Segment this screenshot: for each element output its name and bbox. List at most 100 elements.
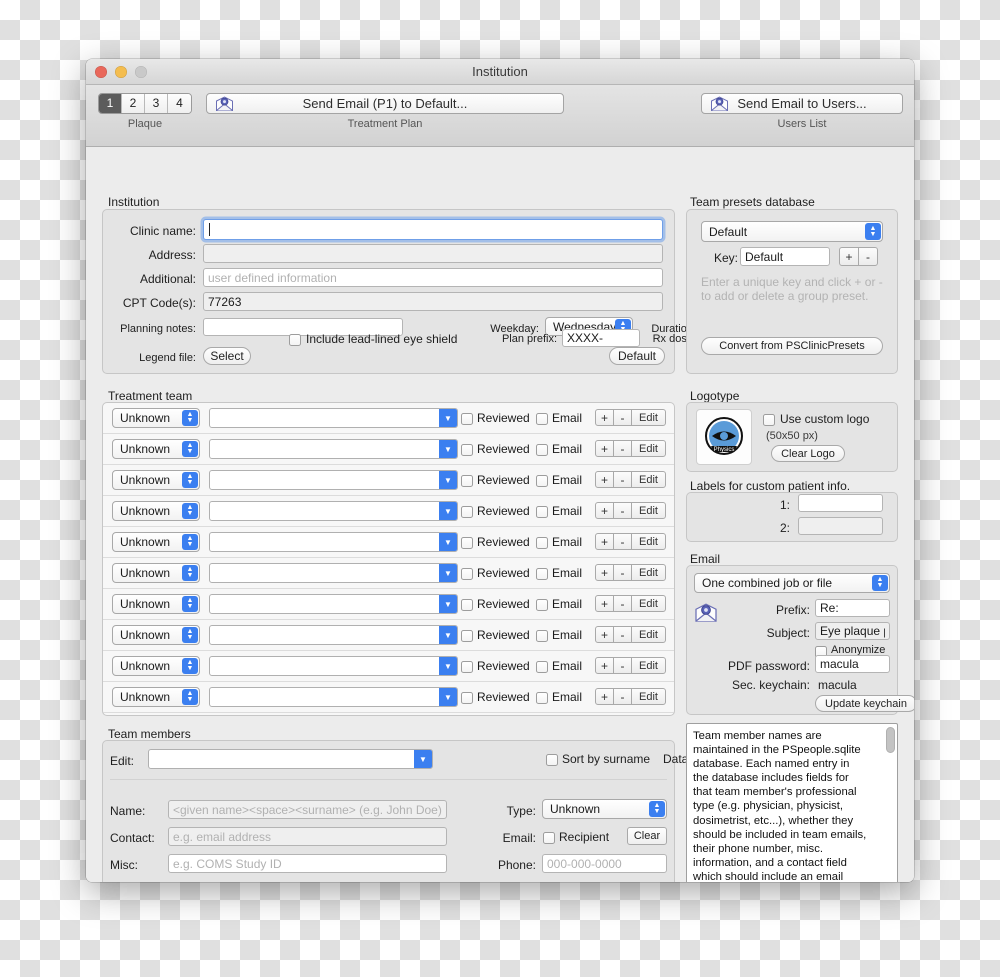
recipient-checkbox[interactable] (543, 832, 555, 844)
member-type-popup[interactable]: Unknown ▲ ▼ (542, 799, 667, 819)
plaque-segment-2[interactable]: 2 (122, 94, 145, 113)
additional-input[interactable] (203, 268, 663, 287)
help-scrollbar[interactable] (886, 727, 895, 882)
team-row-email-checkbox[interactable] (536, 475, 548, 487)
team-row-email-checkbox[interactable] (536, 568, 548, 580)
preset-popup[interactable]: Default ▲ ▼ (701, 221, 883, 242)
team-row-add-button[interactable]: + (595, 595, 614, 612)
team-row-add-button[interactable]: + (595, 409, 614, 426)
team-member-edit-combo[interactable]: ▼ (148, 749, 433, 769)
team-row-add-button[interactable]: + (595, 657, 614, 674)
team-row-reviewed-checkbox[interactable] (461, 568, 473, 580)
team-row-type-popup[interactable]: Unknown ▲ ▼ (112, 408, 200, 428)
address-input[interactable] (203, 244, 663, 263)
team-row-edit-button[interactable]: Edit (631, 533, 666, 550)
plaque-segment-3[interactable]: 3 (145, 94, 168, 113)
plaque-segment-1[interactable]: 1 (99, 94, 122, 113)
team-row-remove-button[interactable]: - (613, 409, 632, 426)
team-row-edit-button[interactable]: Edit (631, 440, 666, 457)
team-row-remove-button[interactable]: - (613, 440, 632, 457)
team-row-remove-button[interactable]: - (613, 533, 632, 550)
team-row-email-checkbox[interactable] (536, 630, 548, 642)
send-email-plan-button[interactable]: Send Email (P1) to Default... (206, 93, 564, 114)
team-row-name-combo[interactable]: ▼ (209, 532, 458, 552)
plaque-segmented-control[interactable]: 1 2 3 4 (98, 93, 192, 114)
custom-label-2-input[interactable] (798, 517, 883, 535)
team-row-name-combo[interactable]: ▼ (209, 439, 458, 459)
member-misc-input[interactable] (168, 854, 447, 873)
team-row-add-button[interactable]: + (595, 688, 614, 705)
team-row-type-popup[interactable]: Unknown ▲ ▼ (112, 594, 200, 614)
member-phone-input[interactable] (542, 854, 667, 873)
team-row-reviewed-checkbox[interactable] (461, 599, 473, 611)
team-row-reviewed-checkbox[interactable] (461, 475, 473, 487)
use-custom-logo-checkbox[interactable] (763, 414, 775, 426)
team-row-add-button[interactable]: + (595, 502, 614, 519)
team-row-remove-button[interactable]: - (613, 688, 632, 705)
member-contact-input[interactable] (168, 827, 447, 846)
team-row-email-checkbox[interactable] (536, 661, 548, 673)
team-row-reviewed-checkbox[interactable] (461, 630, 473, 642)
email-prefix-input[interactable] (815, 599, 890, 617)
team-row-type-popup[interactable]: Unknown ▲ ▼ (112, 470, 200, 490)
team-row-edit-button[interactable]: Edit (631, 657, 666, 674)
team-row-edit-button[interactable]: Edit (631, 564, 666, 581)
team-row-add-button[interactable]: + (595, 626, 614, 643)
team-row-type-popup[interactable]: Unknown ▲ ▼ (112, 687, 200, 707)
team-row-type-popup[interactable]: Unknown ▲ ▼ (112, 439, 200, 459)
team-row-add-button[interactable]: + (595, 440, 614, 457)
team-row-type-popup[interactable]: Unknown ▲ ▼ (112, 532, 200, 552)
team-row-email-checkbox[interactable] (536, 692, 548, 704)
team-row-type-popup[interactable]: Unknown ▲ ▼ (112, 501, 200, 521)
team-row-remove-button[interactable]: - (613, 502, 632, 519)
sort-by-surname-checkbox[interactable] (546, 754, 558, 766)
preset-add-button[interactable]: + (839, 247, 859, 266)
team-row-add-button[interactable]: + (595, 564, 614, 581)
team-row-name-combo[interactable]: ▼ (209, 625, 458, 645)
team-row-remove-button[interactable]: - (613, 595, 632, 612)
team-row-reviewed-checkbox[interactable] (461, 692, 473, 704)
convert-presets-button[interactable]: Convert from PSClinicPresets (701, 337, 883, 355)
send-email-users-button[interactable]: Send Email to Users... (701, 93, 903, 114)
team-row-email-checkbox[interactable] (536, 599, 548, 611)
team-row-type-popup[interactable]: Unknown ▲ ▼ (112, 563, 200, 583)
help-text-panel[interactable]: Team member names are maintained in the … (686, 723, 898, 882)
team-row-add-button[interactable]: + (595, 471, 614, 488)
institution-default-button[interactable]: Default (609, 347, 665, 365)
team-row-edit-button[interactable]: Edit (631, 409, 666, 426)
team-row-email-checkbox[interactable] (536, 506, 548, 518)
team-row-name-combo[interactable]: ▼ (209, 656, 458, 676)
clear-logo-button[interactable]: Clear Logo (771, 445, 845, 462)
member-name-input[interactable] (168, 800, 447, 819)
cpt-codes-input[interactable] (203, 292, 663, 311)
team-row-remove-button[interactable]: - (613, 564, 632, 581)
team-row-edit-button[interactable]: Edit (631, 502, 666, 519)
member-clear-button[interactable]: Clear (627, 827, 667, 845)
pdf-password-input[interactable] (815, 655, 890, 673)
email-mode-popup[interactable]: One combined job or file ▲ ▼ (694, 573, 890, 593)
custom-label-1-input[interactable] (798, 494, 883, 512)
lead-shield-checkbox[interactable] (289, 334, 301, 346)
team-row-reviewed-checkbox[interactable] (461, 413, 473, 425)
email-subject-input[interactable] (815, 622, 890, 640)
team-row-edit-button[interactable]: Edit (631, 688, 666, 705)
team-row-remove-button[interactable]: - (613, 657, 632, 674)
team-row-name-combo[interactable]: ▼ (209, 470, 458, 490)
preset-remove-button[interactable]: - (858, 247, 878, 266)
legend-select-button[interactable]: Select (203, 347, 251, 365)
update-keychain-button[interactable]: Update keychain (815, 695, 914, 712)
team-row-reviewed-checkbox[interactable] (461, 537, 473, 549)
team-row-edit-button[interactable]: Edit (631, 471, 666, 488)
team-row-type-popup[interactable]: Unknown ▲ ▼ (112, 656, 200, 676)
team-row-type-popup[interactable]: Unknown ▲ ▼ (112, 625, 200, 645)
team-row-email-checkbox[interactable] (536, 537, 548, 549)
clinic-name-input[interactable] (203, 219, 663, 240)
team-row-reviewed-checkbox[interactable] (461, 444, 473, 456)
help-scrollbar-thumb[interactable] (886, 727, 895, 753)
team-row-name-combo[interactable]: ▼ (209, 408, 458, 428)
team-row-reviewed-checkbox[interactable] (461, 661, 473, 673)
team-row-edit-button[interactable]: Edit (631, 626, 666, 643)
team-row-email-checkbox[interactable] (536, 413, 548, 425)
team-row-name-combo[interactable]: ▼ (209, 501, 458, 521)
team-row-name-combo[interactable]: ▼ (209, 687, 458, 707)
